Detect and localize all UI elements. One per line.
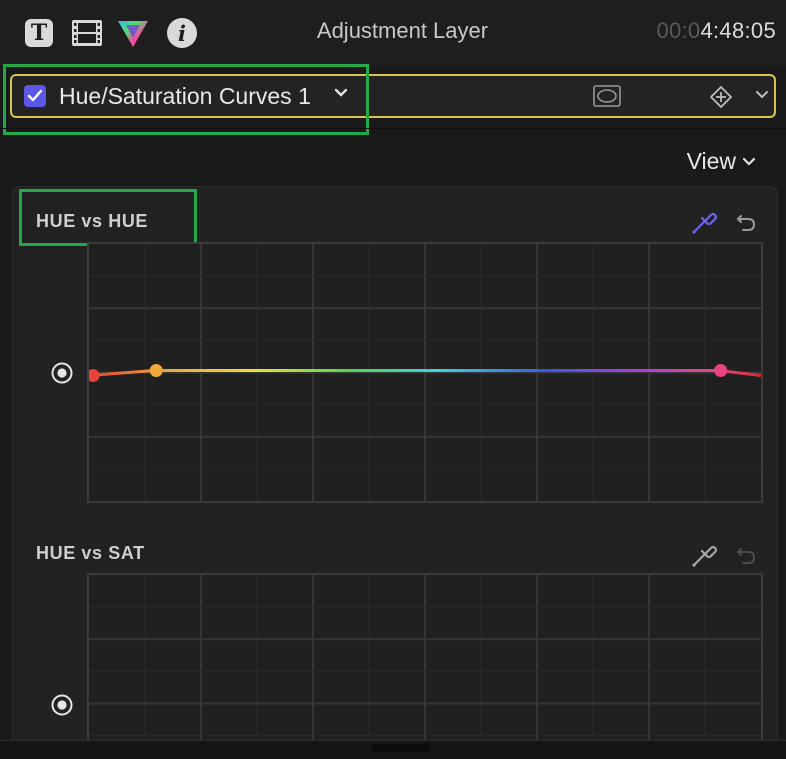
curve-control-point — [714, 364, 728, 377]
highlight-hue-vs-hue-title — [19, 189, 197, 246]
curve-target-icon[interactable] — [51, 362, 73, 384]
text-icon-glyph: T — [25, 19, 53, 47]
disclosure-chevron-icon[interactable] — [754, 88, 770, 106]
divider — [0, 128, 786, 129]
shape-mask-icon[interactable] — [593, 85, 621, 107]
film-icon — [72, 20, 102, 46]
timecode: 00:04:48:05 — [656, 18, 776, 44]
view-menu-label: View — [686, 148, 736, 174]
video-inspector-icon[interactable] — [70, 16, 104, 50]
info-icon-glyph: i — [167, 18, 197, 48]
hue-vs-hue-curve[interactable] — [89, 244, 761, 501]
curve-target-icon[interactable] — [51, 694, 73, 716]
panel-footer — [0, 740, 786, 759]
reset-icon[interactable] — [735, 211, 757, 233]
keyframe-icon[interactable] — [709, 85, 733, 114]
hue-vs-sat-curve[interactable] — [89, 575, 761, 743]
chevron-down-icon — [742, 157, 756, 166]
text-inspector-icon[interactable]: T — [22, 16, 56, 50]
clip-title: Adjustment Layer — [316, 18, 489, 43]
hue-vs-hue-graph[interactable] — [87, 242, 763, 503]
curve-control-point — [149, 364, 163, 377]
reset-icon — [735, 544, 757, 566]
timecode-leading: 00:0 — [656, 18, 701, 43]
highlight-effect-name — [3, 64, 369, 135]
view-menu-button[interactable]: View — [687, 148, 756, 175]
eyedropper-icon[interactable] — [690, 208, 718, 236]
eyedropper-icon[interactable] — [690, 541, 718, 569]
inspector-toolbar: T i Adjustment Layer 00:04:48:05 — [0, 0, 786, 66]
hue-vs-sat-title: HUE vs SAT — [36, 543, 145, 563]
hue-vs-sat-graph[interactable] — [87, 573, 763, 743]
info-inspector-icon[interactable]: i — [165, 16, 199, 50]
timecode-value: 4:48:05 — [700, 18, 776, 43]
color-inspector-icon[interactable] — [116, 16, 150, 50]
curve-control-point — [89, 369, 100, 382]
resize-handle[interactable] — [371, 744, 431, 752]
color-triangle-icon — [118, 21, 148, 47]
